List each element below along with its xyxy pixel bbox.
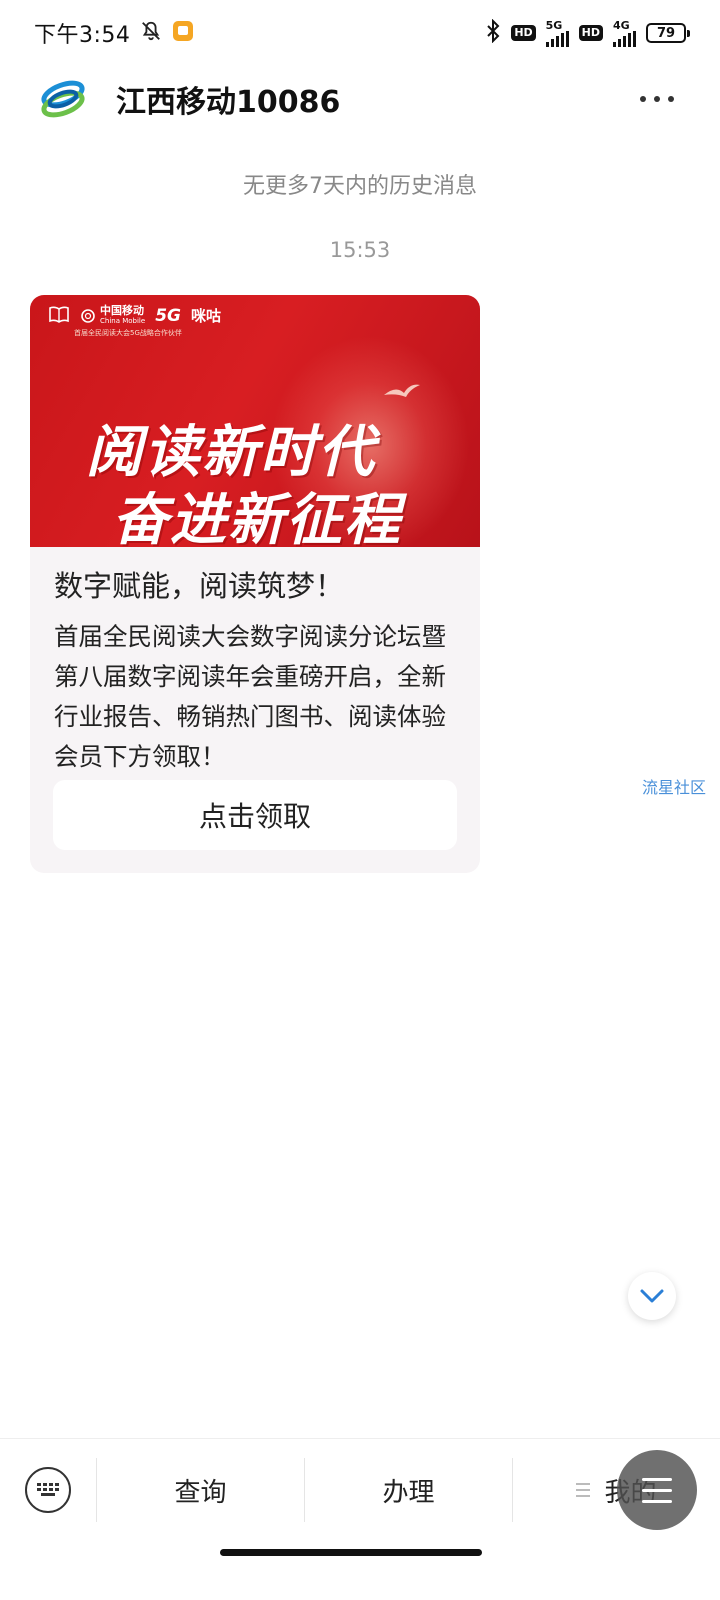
china-mobile-logo-icon[interactable] bbox=[36, 72, 90, 126]
hamburger-icon bbox=[642, 1477, 672, 1503]
logo-5g: 5G bbox=[155, 305, 181, 326]
more-options-button[interactable] bbox=[640, 96, 674, 102]
bell-muted-icon bbox=[140, 20, 162, 46]
floating-menu-button[interactable] bbox=[617, 1450, 697, 1530]
home-indicator[interactable] bbox=[220, 1549, 482, 1556]
hd-badge-1: HD bbox=[511, 25, 536, 41]
keyboard-toggle-button[interactable] bbox=[0, 1439, 96, 1541]
menu-query-label: 查询 bbox=[174, 1477, 227, 1508]
status-time: 下午3:54 bbox=[34, 23, 131, 48]
app-notification-icon bbox=[172, 20, 194, 46]
keyboard-icon bbox=[25, 1467, 71, 1513]
cmcc-mark-icon bbox=[81, 308, 95, 323]
network-label-5g: 5G bbox=[545, 18, 563, 32]
menu-handle-label: 办理 bbox=[382, 1477, 435, 1508]
watermark-text: 流星社区 bbox=[642, 778, 707, 797]
chat-title: 江西移动10086 bbox=[116, 85, 341, 120]
scroll-to-bottom-button[interactable] bbox=[628, 1272, 676, 1320]
message-timestamp: 15:53 bbox=[329, 238, 391, 262]
signal-bars-icon bbox=[613, 30, 636, 47]
status-right: HD 5G HD 4G 79 bbox=[485, 18, 690, 47]
status-bar: 下午3:54 HD 5G HD 4G 79 bbox=[0, 0, 720, 66]
dot-icon bbox=[640, 96, 646, 102]
cmcc-logo-en: China Mobile bbox=[100, 316, 146, 325]
banner-logo-row: 中国移动 China Mobile 5G 咪咕 bbox=[48, 303, 221, 328]
banner-subline: 首届全民阅读大会5G战略合作伙伴 bbox=[74, 329, 182, 337]
submenu-icon bbox=[576, 1483, 591, 1497]
signal-bars-icon bbox=[545, 30, 569, 47]
bottom-menu-bar: 查询 办理 我的 bbox=[0, 1438, 720, 1541]
cmcc-logo-text: 中国移动 bbox=[100, 303, 144, 317]
battery-icon: 79 bbox=[646, 23, 690, 43]
crane-bird-icon bbox=[382, 381, 422, 407]
message-card[interactable]: 中国移动 China Mobile 5G 咪咕 首届全民阅读大会5G战略合作伙伴… bbox=[30, 295, 480, 873]
banner-headline-2: 奋进新征程 bbox=[112, 487, 402, 547]
card-title: 数字赋能，阅读筑梦！ bbox=[54, 569, 345, 603]
dot-icon bbox=[654, 96, 660, 102]
battery-level: 79 bbox=[656, 25, 676, 41]
network-label-4g: 4G bbox=[613, 18, 630, 32]
chat-header: 江西移动10086 bbox=[0, 66, 720, 132]
hd-badge-2: HD bbox=[578, 25, 603, 41]
chevron-down-icon bbox=[640, 1289, 664, 1303]
menu-handle[interactable]: 办理 bbox=[305, 1439, 512, 1541]
card-body-text: 首届全民阅读大会数字阅读分论坛暨第八届数字阅读年会重磅开启，全新行业报告、畅销热… bbox=[54, 622, 446, 771]
menu-query[interactable]: 查询 bbox=[97, 1439, 304, 1541]
status-left: 下午3:54 bbox=[34, 17, 194, 49]
history-note: 无更多7天内的历史消息 bbox=[243, 174, 477, 199]
migu-logo: 咪咕 bbox=[190, 307, 221, 325]
chat-screen: 下午3:54 HD 5G HD 4G 79 江西移动10086 无更多7天内的历… bbox=[0, 0, 720, 1600]
book-logo-icon bbox=[48, 303, 70, 328]
promo-banner-image[interactable]: 中国移动 China Mobile 5G 咪咕 首届全民阅读大会5G战略合作伙伴… bbox=[30, 295, 480, 547]
claim-button[interactable]: 点击领取 bbox=[53, 780, 457, 850]
bluetooth-icon bbox=[485, 18, 501, 47]
dot-icon bbox=[668, 96, 674, 102]
signal-5g: 5G bbox=[545, 18, 569, 47]
signal-4g: 4G bbox=[613, 20, 636, 47]
cmcc-logo: 中国移动 China Mobile bbox=[80, 305, 145, 327]
